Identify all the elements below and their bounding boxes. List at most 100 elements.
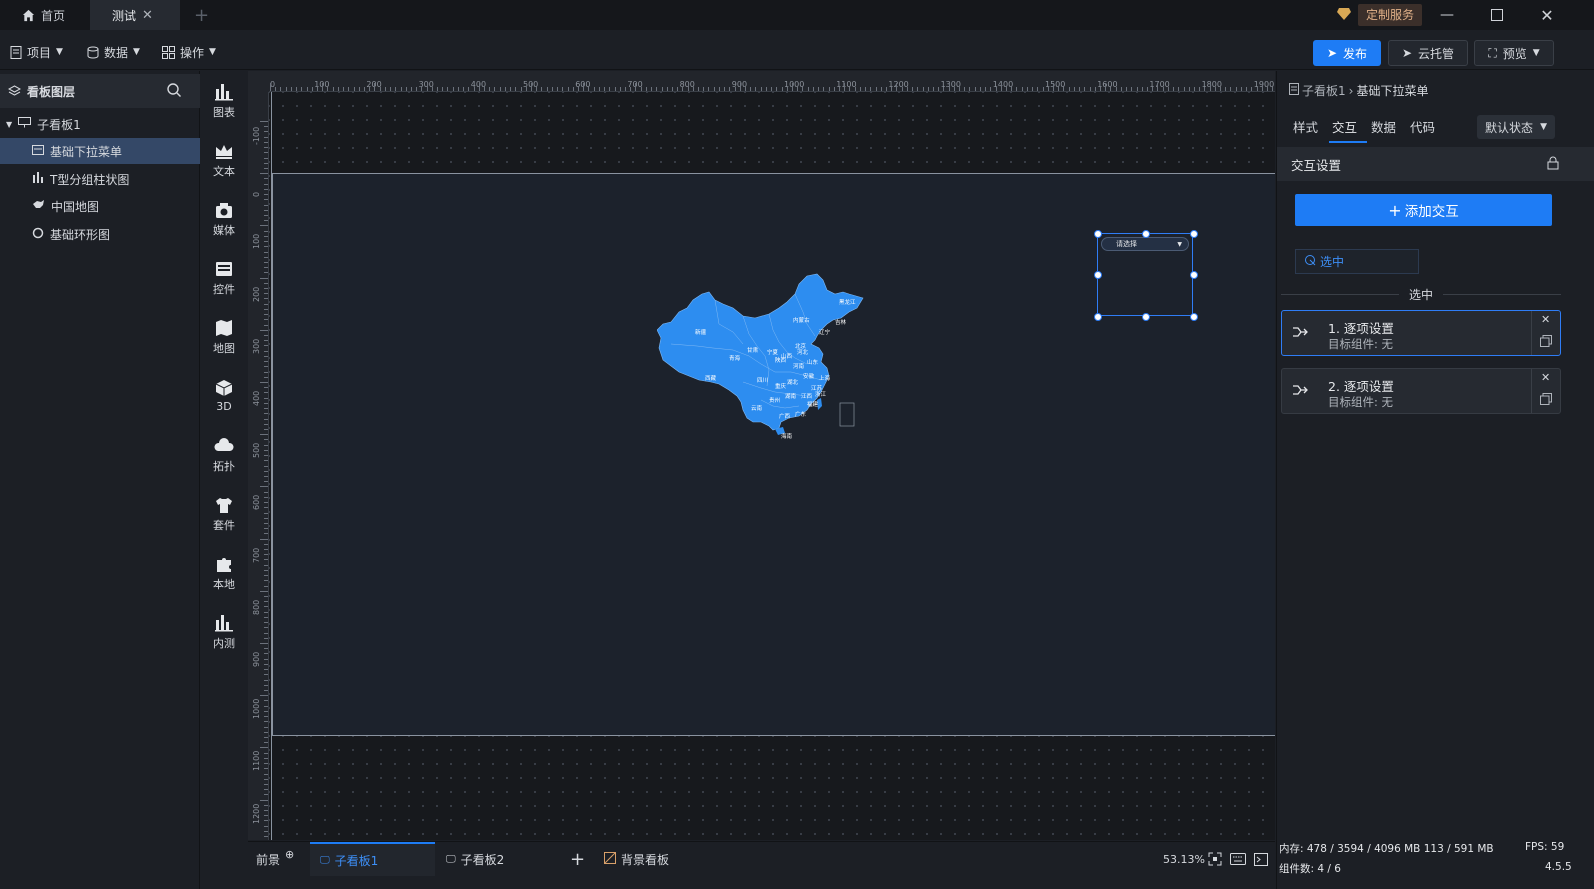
comp-map[interactable]: 地图 xyxy=(201,312,247,362)
tab-style[interactable]: 样式 xyxy=(1293,117,1318,136)
comp-control[interactable]: 控件 xyxy=(201,253,247,303)
resize-handle[interactable] xyxy=(1190,313,1198,321)
menu-project[interactable]: 项目 ▼ xyxy=(10,41,63,63)
cube-icon xyxy=(215,380,233,396)
custom-service-button[interactable]: 定制服务 xyxy=(1358,4,1423,26)
ruler-tick xyxy=(264,596,268,598)
publish-button[interactable]: ➤ 发布 xyxy=(1313,40,1381,66)
layer-item-ring-chart[interactable]: 基础环形图 xyxy=(0,221,200,247)
chevron-down-icon: ▼ xyxy=(133,47,140,57)
ruler-tick xyxy=(260,173,268,175)
maximize-icon[interactable] xyxy=(1474,0,1520,30)
ruler-tick xyxy=(264,637,268,639)
board-tab-1[interactable]: 🖵 子看板1 xyxy=(310,842,435,876)
front-tab[interactable]: 前景 ⊕ xyxy=(256,842,294,876)
add-interaction-button[interactable]: + 添加交互 xyxy=(1295,194,1552,226)
ruler-left[interactable]: -100 0 100 200 300 400 500 600 700 800 900 1000 1100… xyxy=(248,92,269,840)
dropdown-selection-frame[interactable]: 请选择 ▼ xyxy=(1094,230,1198,321)
search-icon[interactable] xyxy=(166,82,182,101)
menu-operate[interactable]: 操作 ▼ xyxy=(162,41,216,63)
ruler-tick xyxy=(531,83,532,91)
zoom-level[interactable]: 53.13% xyxy=(1163,842,1205,876)
dropdown-select[interactable]: 请选择 ▼ xyxy=(1101,237,1189,251)
comp-label: 图表 xyxy=(213,105,235,119)
layer-item-dropdown[interactable]: 基础下拉菜单 xyxy=(0,138,200,164)
ruler-tick xyxy=(264,444,268,446)
resize-handle[interactable] xyxy=(1094,313,1102,321)
ruler-tick xyxy=(285,87,287,91)
ruler-tick xyxy=(264,533,268,535)
board-tab-2[interactable]: 🖵 子看板2 xyxy=(446,842,504,876)
minimize-icon[interactable]: — xyxy=(1424,0,1470,30)
lock-icon[interactable] xyxy=(1547,156,1559,173)
comp-local[interactable]: 本地 xyxy=(201,548,247,598)
ruler-tick xyxy=(264,350,268,352)
resize-handle[interactable] xyxy=(1190,271,1198,279)
keyboard-icon[interactable] xyxy=(1230,842,1246,876)
ruler-tick xyxy=(457,87,459,91)
ruler-tick xyxy=(974,87,976,91)
ruler-tick xyxy=(264,303,268,305)
ruler-tick xyxy=(593,87,595,91)
comp-chart[interactable]: 图表 xyxy=(201,76,247,126)
layer-item-china-map[interactable]: 中国地图 xyxy=(0,193,200,219)
comp-topology[interactable]: 拓扑 xyxy=(201,430,247,480)
tab-home[interactable]: 首页 xyxy=(8,0,79,30)
resize-handle[interactable] xyxy=(1142,313,1150,321)
ruler-tick-label: 1600 xyxy=(1097,80,1118,89)
tab-test[interactable]: 测试 ✕ xyxy=(90,0,180,30)
copy-icon[interactable] xyxy=(1540,393,1552,408)
ruler-tick xyxy=(264,496,268,498)
ruler-tick xyxy=(1058,87,1060,91)
preview-button[interactable]: ⛶ 预览 ▼ xyxy=(1474,40,1554,66)
comp-3d[interactable]: 3D xyxy=(201,371,247,421)
ruler-tick xyxy=(280,87,282,91)
ruler-top[interactable]: 0100200300400500600700800900100011001200… xyxy=(248,71,1275,92)
resize-handle[interactable] xyxy=(1094,271,1102,279)
add-circle-icon[interactable]: ⊕ xyxy=(285,848,294,861)
ruler-tick xyxy=(661,87,663,91)
layer-item-bar-chart[interactable]: T型分组柱状图 xyxy=(0,166,200,192)
cloud-host-button[interactable]: ➤ 云托管 xyxy=(1388,40,1468,66)
menu-data[interactable]: 数据 ▼ xyxy=(87,41,140,63)
board-area[interactable]: 新疆 西藏 青海 甘肃 内蒙古 黑龙江 吉林 辽宁 北京 河北 宁夏 陕西 山西 河南 山东 四川 重庆 湖北 安徽… xyxy=(272,173,1275,736)
breadcrumb-parent[interactable]: 子看板1 xyxy=(1302,82,1346,99)
comp-label: 媒体 xyxy=(213,223,235,237)
interaction-card[interactable]: 2. 逐项设置 目标组件: 无 ✕ xyxy=(1281,368,1561,414)
close-icon[interactable]: ✕ xyxy=(1541,313,1550,326)
event-chip-selected[interactable]: 选中 xyxy=(1295,249,1419,274)
resize-handle[interactable] xyxy=(1190,230,1198,238)
ring-chart-icon xyxy=(32,227,44,242)
ruler-tick-label: 800 xyxy=(252,599,261,615)
comp-suite[interactable]: 套件 xyxy=(201,489,247,539)
resize-handle[interactable] xyxy=(1142,230,1150,238)
ruler-tick xyxy=(750,87,752,91)
terminal-icon[interactable] xyxy=(1254,842,1268,876)
fullscreen-icon: ⛶ xyxy=(1488,45,1497,60)
resize-handle[interactable] xyxy=(1094,230,1102,238)
ruler-tick xyxy=(264,220,268,222)
comp-beta[interactable]: 内测 xyxy=(201,607,247,657)
tab-code[interactable]: 代码 xyxy=(1410,117,1435,136)
map-province-label: 吉林 xyxy=(835,320,847,326)
fit-screen-icon[interactable] xyxy=(1208,842,1222,876)
close-icon[interactable]: ✕ xyxy=(1541,371,1550,384)
canvas[interactable]: 0 100 200 300 400 500 600 700 800 900 1000 1100 1200… xyxy=(248,71,1275,840)
ruler-tick xyxy=(640,87,642,91)
add-board-icon[interactable]: + xyxy=(570,842,585,876)
new-tab-plus-icon[interactable]: + xyxy=(194,5,209,26)
tab-interaction[interactable]: 交互 xyxy=(1332,117,1357,136)
close-icon[interactable]: ✕ xyxy=(142,8,153,23)
close-window-icon[interactable]: ✕ xyxy=(1524,0,1570,30)
ruler-tick xyxy=(656,87,658,91)
layer-board[interactable]: ▼ 子看板1 xyxy=(0,111,200,137)
map-province-label: 贵州 xyxy=(769,398,781,404)
comp-text[interactable]: 文本 xyxy=(201,135,247,185)
tab-data[interactable]: 数据 xyxy=(1371,117,1396,136)
state-select[interactable]: 默认状态 ▼ xyxy=(1477,115,1555,139)
background-board-tab[interactable]: 背景看板 xyxy=(604,842,669,876)
ruler-tick xyxy=(1267,87,1269,91)
interaction-card[interactable]: 1. 逐项设置 目标组件: 无 ✕ xyxy=(1281,310,1561,356)
copy-icon[interactable] xyxy=(1540,335,1552,350)
comp-media[interactable]: 媒体 xyxy=(201,194,247,244)
